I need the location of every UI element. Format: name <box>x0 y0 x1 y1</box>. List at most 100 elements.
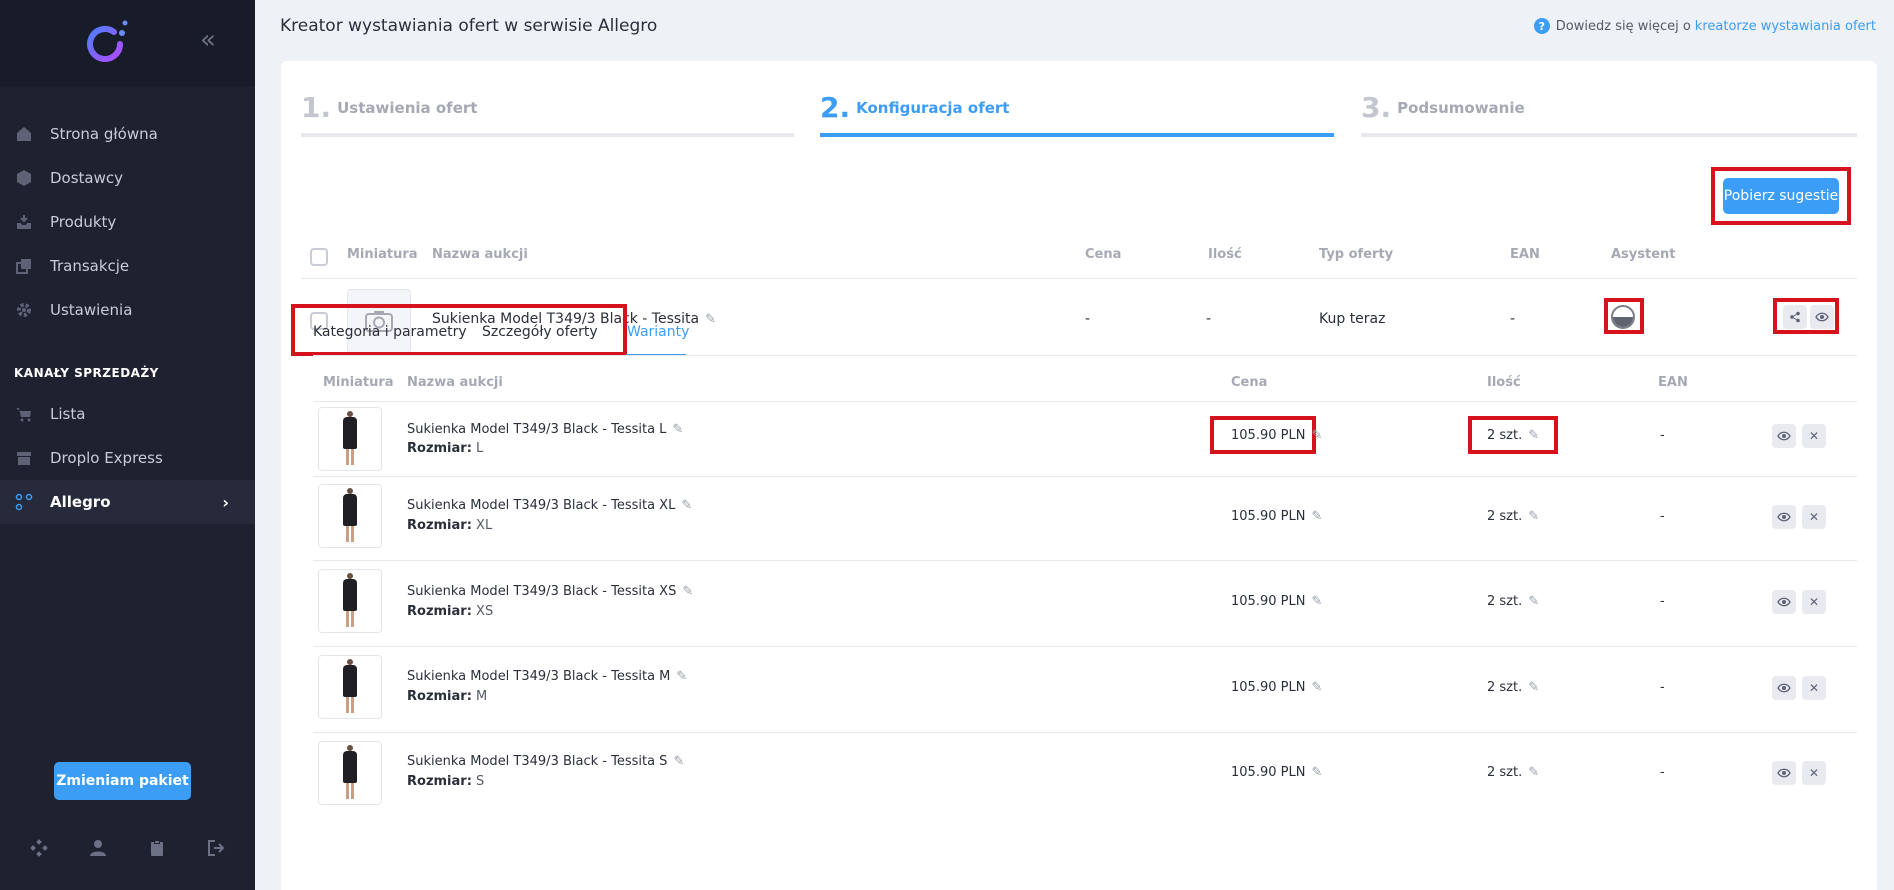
nav-item-suppliers[interactable]: Dostawcy <box>0 156 255 200</box>
step-3[interactable]: 3. Podsumowanie <box>1361 91 1857 137</box>
remove-button[interactable]: ✕ <box>1802 505 1826 529</box>
offer-ean: - <box>1510 311 1516 327</box>
edit-pencil-icon[interactable]: ✎ <box>1528 765 1539 780</box>
collapse-sidebar-icon[interactable]: « <box>200 27 216 53</box>
edit-pencil-icon[interactable]: ✎ <box>681 498 692 513</box>
integrations-icon[interactable] <box>27 836 51 860</box>
close-icon: ✕ <box>1808 681 1820 695</box>
preview-button[interactable] <box>1772 761 1796 785</box>
step-1[interactable]: 1. Ustawienia ofert <box>301 91 794 137</box>
wizard-card: 1. Ustawienia ofert 2. Konfiguracja ofert … <box>281 61 1877 890</box>
edit-pencil-icon[interactable]: ✎ <box>673 754 684 769</box>
nav-item-transactions[interactable]: Transakcje <box>0 244 255 288</box>
preview-button[interactable] <box>1810 305 1834 329</box>
edit-pencil-icon[interactable]: ✎ <box>1528 509 1539 524</box>
variant-thumbnail[interactable] <box>318 741 382 805</box>
home-icon <box>14 124 34 144</box>
variant-thumbnail[interactable] <box>318 407 382 471</box>
preview-button[interactable] <box>1772 590 1796 614</box>
share-button[interactable] <box>1783 305 1807 329</box>
edit-pencil-icon[interactable]: ✎ <box>1311 765 1322 780</box>
remove-button[interactable]: ✕ <box>1802 676 1826 700</box>
size-value: XL <box>476 518 493 533</box>
user-icon[interactable] <box>86 836 110 860</box>
wizard-steps: 1. Ustawienia ofert 2. Konfiguracja ofert … <box>301 91 1857 137</box>
nav-item-settings[interactable]: Ustawienia <box>0 288 255 332</box>
nav-item-label: Allegro <box>50 493 111 511</box>
preview-button[interactable] <box>1772 505 1796 529</box>
select-all-checkbox[interactable] <box>310 248 328 266</box>
edit-pencil-icon[interactable]: ✎ <box>1528 594 1539 609</box>
nav-item-label: Lista <box>50 405 86 423</box>
edit-pencil-icon[interactable]: ✎ <box>1528 680 1539 695</box>
step-2[interactable]: 2. Konfiguracja ofert <box>820 91 1334 137</box>
inbox-icon <box>14 212 34 232</box>
nav-item-lista[interactable]: Lista <box>0 392 255 436</box>
droplo-logo[interactable] <box>80 18 132 70</box>
edit-pencil-icon[interactable]: ✎ <box>1528 428 1539 443</box>
variant-price: 105.90 PLN ✎ <box>1231 594 1322 609</box>
variant-thumbnail[interactable] <box>318 484 382 548</box>
nav-item-products[interactable]: Produkty <box>0 200 255 244</box>
variant-qty: 2 szt. ✎ <box>1487 594 1539 609</box>
variant-thumbnail[interactable] <box>318 569 382 633</box>
remove-button[interactable]: ✕ <box>1802 424 1826 448</box>
store-icon <box>14 448 34 468</box>
remove-button[interactable]: ✕ <box>1802 761 1826 785</box>
edit-pencil-icon[interactable]: ✎ <box>682 584 693 599</box>
size-label: Rozmiar: <box>407 441 472 456</box>
clipboard-icon[interactable] <box>145 836 169 860</box>
edit-pencil-icon[interactable]: ✎ <box>1311 428 1322 443</box>
edit-pencil-icon[interactable]: ✎ <box>1311 594 1322 609</box>
main-nav: Strona główna Dostawcy Produkty Transakc… <box>0 112 255 332</box>
variant-ean: - <box>1660 509 1665 524</box>
variant-name: Sukienka Model T349/3 Black - Tessita XL… <box>407 498 692 513</box>
edit-pencil-icon[interactable]: ✎ <box>1311 509 1322 524</box>
variant-price-text: 105.90 PLN <box>1231 680 1306 695</box>
variant-qty: 2 szt. ✎ <box>1487 680 1539 695</box>
edit-pencil-icon[interactable]: ✎ <box>676 669 687 684</box>
help-link[interactable]: kreatorze wystawiania ofert <box>1695 19 1876 34</box>
edit-pencil-icon[interactable]: ✎ <box>672 422 683 437</box>
col-qty: Ilość <box>1208 247 1242 262</box>
nav-item-droplo-express[interactable]: Droplo Express <box>0 436 255 480</box>
preview-button[interactable] <box>1772 424 1796 448</box>
sidebar-header: « <box>0 0 255 86</box>
size-label: Rozmiar: <box>407 604 472 619</box>
variant-thumbnail[interactable] <box>318 655 382 719</box>
variant-price-text: 105.90 PLN <box>1231 428 1306 443</box>
close-icon: ✕ <box>1808 429 1820 443</box>
nav-item-allegro[interactable]: Allegro › <box>0 480 255 524</box>
chevron-right-icon: › <box>222 492 229 512</box>
tab-category[interactable]: Kategoria i parametry <box>313 324 467 340</box>
eye-icon <box>1777 768 1791 778</box>
edit-pencil-icon[interactable]: ✎ <box>1311 680 1322 695</box>
variant-size: Rozmiar: XS <box>407 604 493 619</box>
divider <box>313 476 1857 477</box>
step-bar <box>301 133 794 137</box>
change-package-button[interactable]: Zmieniam pakiet <box>54 762 191 800</box>
remove-button[interactable]: ✕ <box>1802 590 1826 614</box>
edit-pencil-icon[interactable]: ✎ <box>705 312 716 327</box>
variant-price-text: 105.90 PLN <box>1231 594 1306 609</box>
step-bar <box>1361 133 1857 137</box>
variant-name-text: Sukienka Model T349/3 Black - Tessita XS <box>407 584 677 599</box>
logout-icon[interactable] <box>204 836 228 860</box>
offer-type: Kup teraz <box>1319 311 1386 327</box>
copy-icon <box>14 256 34 276</box>
tab-details[interactable]: Szczegóły oferty <box>482 324 598 340</box>
sidebar: « Strona główna Dostawcy Produkty Transa… <box>0 0 255 890</box>
variant-price: 105.90 PLN ✎ <box>1231 680 1322 695</box>
size-label: Rozmiar: <box>407 774 472 789</box>
nav-item-home[interactable]: Strona główna <box>0 112 255 156</box>
eye-icon <box>1815 312 1829 322</box>
variant-qty-text: 2 szt. <box>1487 680 1523 695</box>
step-label: Podsumowanie <box>1397 99 1525 117</box>
variant-name: Sukienka Model T349/3 Black - Tessita XS… <box>407 584 693 599</box>
tab-variants[interactable]: Warianty <box>627 324 689 340</box>
sidebar-footer <box>0 830 255 866</box>
preview-button[interactable] <box>1772 676 1796 700</box>
get-suggestions-button[interactable]: Pobierz sugestie <box>1723 178 1839 214</box>
step-bar <box>820 133 1334 137</box>
assistant-progress-icon[interactable] <box>1611 305 1635 329</box>
